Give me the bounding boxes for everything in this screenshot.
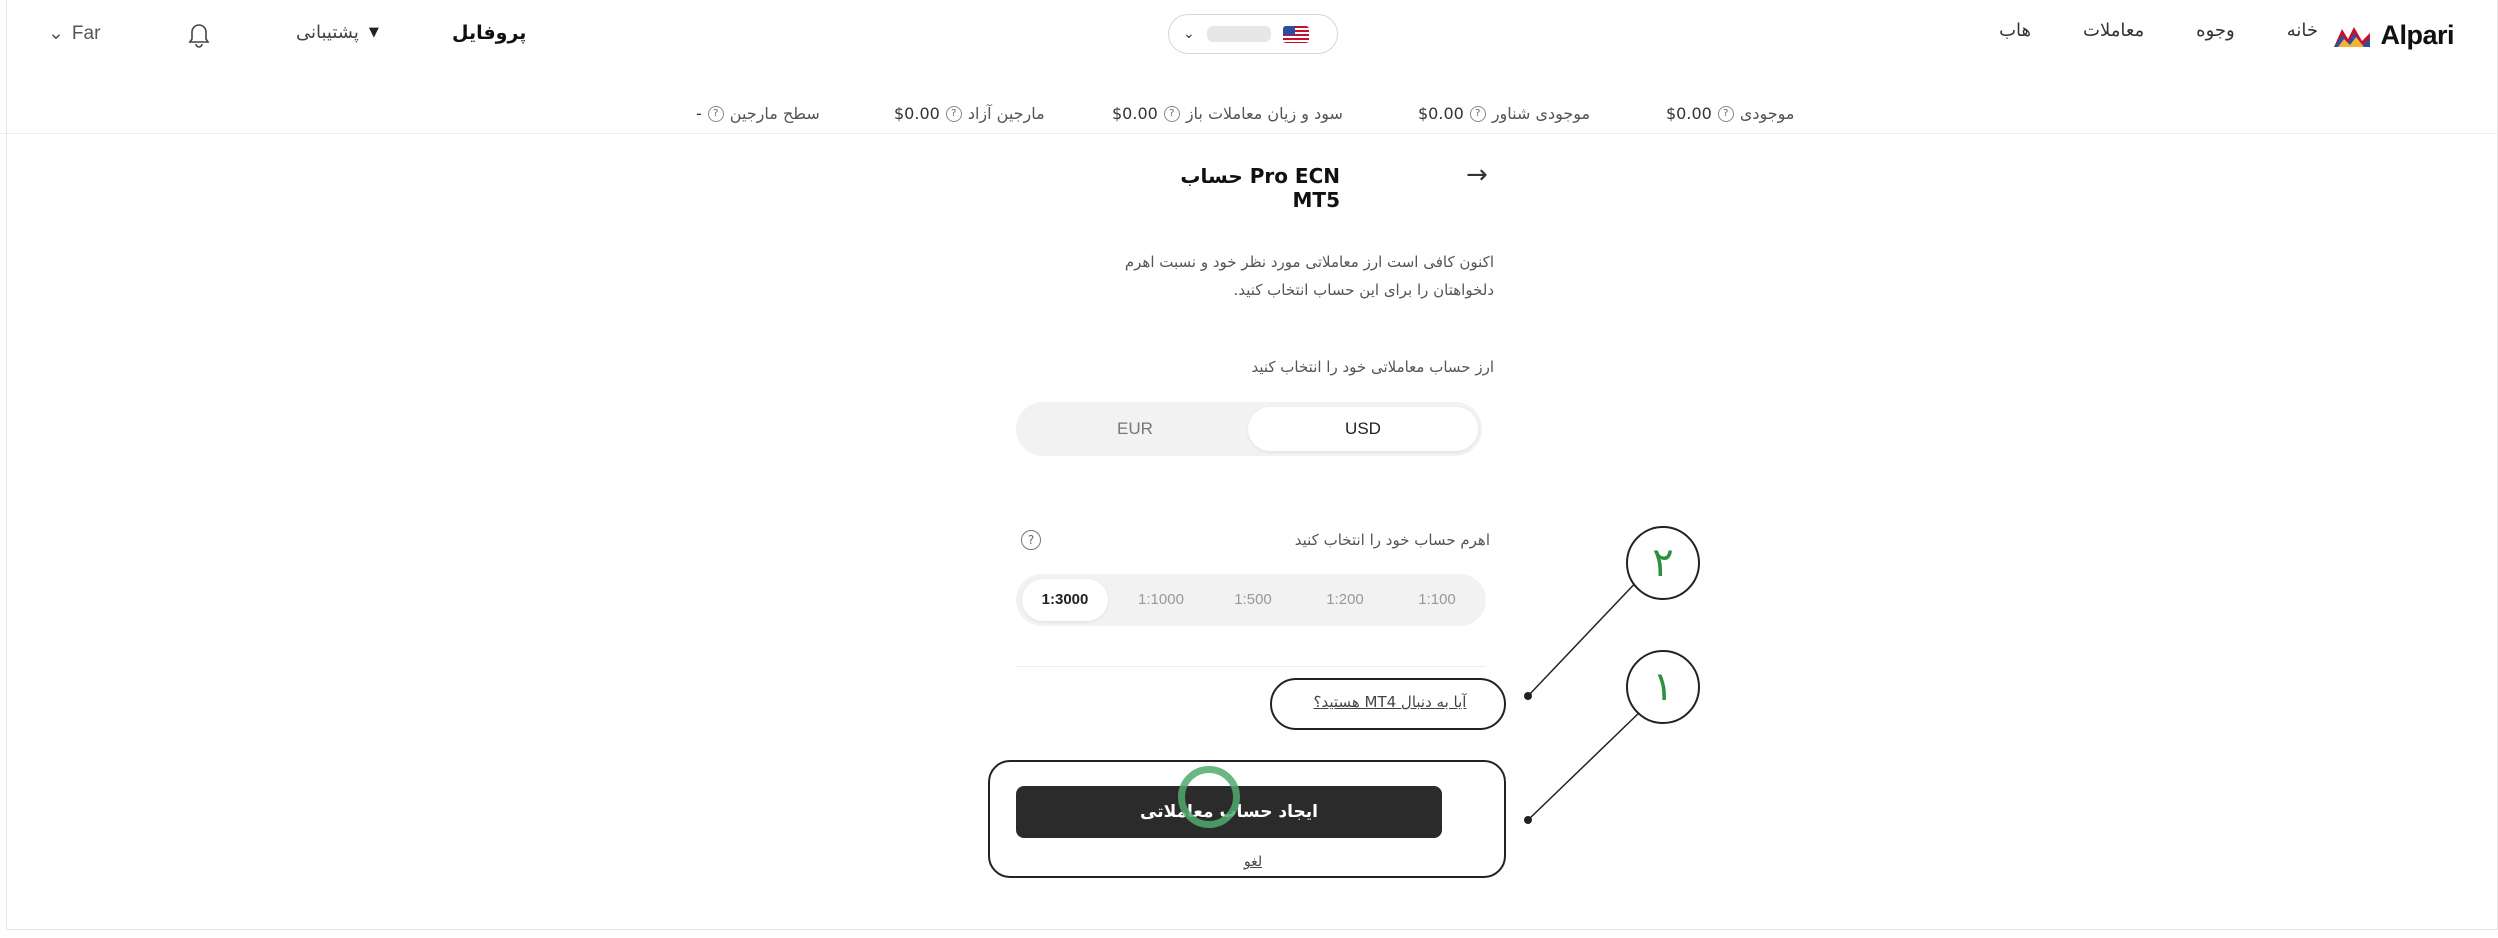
annotation-callout-1: ۱ — [1626, 650, 1700, 724]
annotation-lines — [1524, 575, 1643, 824]
annotation-callout-2: ۲ — [1626, 526, 1700, 600]
